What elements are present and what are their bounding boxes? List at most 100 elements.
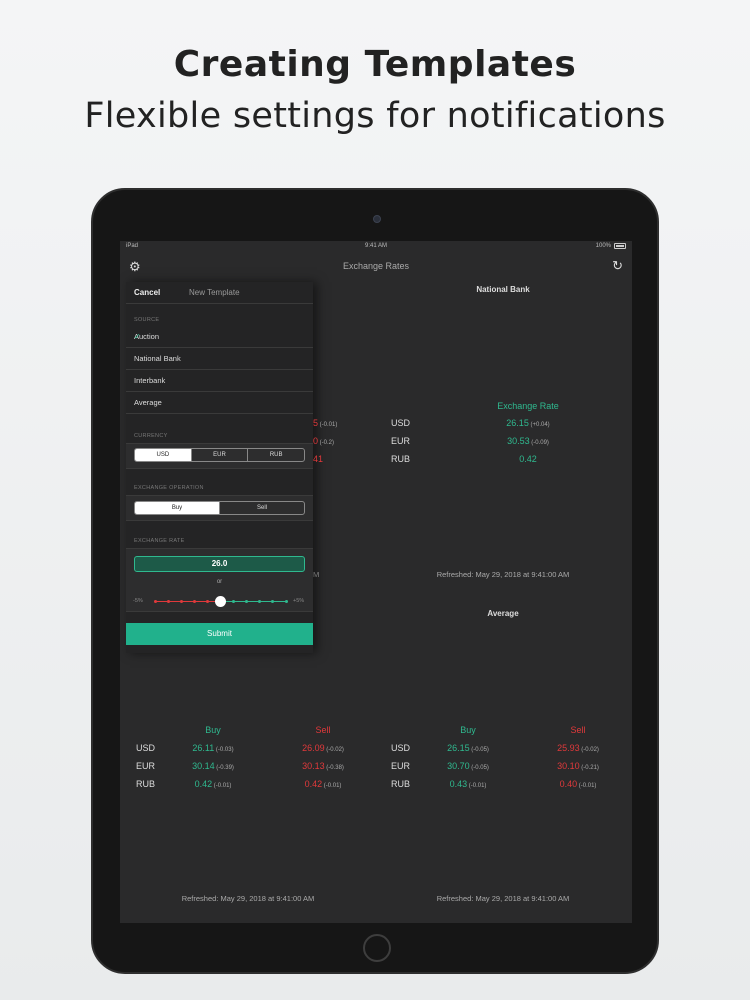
bottom-left-sell-value: 30.13 (-0.38) bbox=[288, 761, 358, 771]
source-option-label: National Bank bbox=[134, 354, 181, 363]
rate-change: (-0.09) bbox=[529, 440, 549, 446]
battery-status: 100% bbox=[596, 243, 626, 249]
slider-track-negative bbox=[155, 601, 221, 602]
rate-change: (-0.01) bbox=[212, 783, 232, 789]
rate-value: 25.93 bbox=[557, 743, 580, 753]
camera bbox=[373, 215, 381, 223]
bottom-left-currency-code: RUB bbox=[136, 779, 156, 789]
exchange-rate-input[interactable]: 26.0 bbox=[134, 556, 305, 572]
source-option-auction[interactable]: Auction ✓ bbox=[126, 326, 313, 348]
slider-tick bbox=[153, 600, 157, 603]
slider-max-label: +5% bbox=[293, 598, 305, 604]
currency-segmented-control: USD EUR RUB bbox=[134, 448, 305, 462]
rate-value: 26.11 bbox=[192, 743, 215, 753]
slider-tick bbox=[192, 600, 196, 603]
status-bar: iPad 9:41 AM 100% bbox=[120, 241, 632, 253]
refreshed-bottom-left: Refreshed: May 29, 2018 at 9:41:00 AM bbox=[181, 894, 315, 903]
operation-segment-sell[interactable]: Sell bbox=[220, 502, 304, 514]
checkmark-icon: ✓ bbox=[134, 332, 141, 341]
app-screen: iPad 9:41 AM 100% ⚙ Exchange Rates ↻ Nat… bbox=[120, 241, 632, 923]
currency-segment-eur[interactable]: EUR bbox=[192, 449, 249, 461]
currency-code: USD bbox=[391, 418, 411, 428]
bottom-right-currency-code: RUB bbox=[391, 779, 411, 789]
operation-segmented-control: Buy Sell bbox=[134, 501, 305, 515]
new-template-panel: Cancel New Template SOURCE CURRENCY USD E… bbox=[126, 282, 313, 653]
slider-tick bbox=[284, 600, 288, 603]
rate-change: (-0.02) bbox=[579, 747, 599, 753]
rate-value: 0.42 bbox=[194, 779, 213, 789]
rate-change: (-0.02) bbox=[324, 747, 344, 753]
rate-change: (-0.03) bbox=[214, 747, 234, 753]
exchange-rate-header: Exchange Rate bbox=[497, 401, 559, 411]
bottom-right-buy-value: 26.15 (-0.05) bbox=[433, 743, 503, 753]
rate-value: 0.42 bbox=[304, 779, 323, 789]
operation-segment-buy[interactable]: Buy bbox=[135, 502, 220, 514]
bottom-right-buy-value: 0.43 (-0.01) bbox=[433, 779, 503, 789]
bottom-left-buy-value: 0.42 (-0.01) bbox=[178, 779, 248, 789]
bottom-right-sell-value: 30.10 (-0.21) bbox=[543, 761, 613, 771]
bottom-right-buy-value: 30.70 (-0.05) bbox=[433, 761, 503, 771]
hero-title: Creating Templates bbox=[173, 44, 577, 85]
bottom-right-currency-code: EUR bbox=[391, 761, 411, 771]
bottom-right-currency-code: USD bbox=[391, 743, 411, 753]
rate-value: 26.15 bbox=[447, 743, 470, 753]
rate-change: (-0.01) bbox=[322, 783, 342, 789]
sell-value-partial: 5 (-0.01) bbox=[313, 418, 353, 428]
rate-value: 0.43 bbox=[449, 779, 468, 789]
sell-value-partial: 41 bbox=[313, 454, 353, 464]
refresh-icon[interactable]: ↻ bbox=[612, 258, 623, 274]
slider-tick bbox=[166, 600, 170, 603]
slider-min-label: -5% bbox=[133, 598, 143, 604]
source-option-label: Average bbox=[134, 398, 162, 407]
sell-value-partial: 0 (-0.2) bbox=[313, 436, 353, 446]
rate-value: 41 bbox=[313, 454, 324, 464]
source-option-average[interactable]: Average bbox=[126, 392, 313, 414]
rate-value: 30.53 bbox=[507, 436, 530, 446]
bottom-left-buy-value: 30.14 (-0.39) bbox=[178, 761, 248, 771]
hero-subtitle: Flexible settings for notifications bbox=[84, 96, 666, 136]
refreshed-bottom-right: Refreshed: May 29, 2018 at 9:41:00 AM bbox=[436, 894, 570, 903]
rate-value: 30.14 bbox=[192, 761, 215, 771]
cancel-button[interactable]: Cancel bbox=[134, 288, 160, 297]
status-time: 9:41 AM bbox=[364, 243, 387, 249]
source-section-label: SOURCE bbox=[134, 317, 160, 323]
operation-section-label: EXCHANGE OPERATION bbox=[134, 485, 204, 491]
panel-header: Cancel New Template bbox=[126, 282, 313, 304]
home-button[interactable] bbox=[363, 934, 391, 962]
rate-change: (-0.21) bbox=[579, 765, 599, 771]
sell-header: Sell bbox=[315, 725, 331, 735]
slider-tick bbox=[205, 600, 209, 603]
currency-segment-rub[interactable]: RUB bbox=[248, 449, 304, 461]
rate-value: 30.10 bbox=[557, 761, 580, 771]
slider-thumb[interactable] bbox=[215, 596, 226, 607]
source-option-interbank[interactable]: Interbank bbox=[126, 370, 313, 392]
bottom-right-sell-value: 25.93 (-0.02) bbox=[543, 743, 613, 753]
currency-segment-usd[interactable]: USD bbox=[135, 449, 192, 461]
sell-header: Sell bbox=[570, 725, 586, 735]
rate-change: (-0.39) bbox=[214, 765, 234, 771]
source-option-national-bank[interactable]: National Bank bbox=[126, 348, 313, 370]
bottom-left-buy-value: 26.11 (-0.03) bbox=[178, 743, 248, 753]
currency-section-label: CURRENCY bbox=[134, 433, 168, 439]
rate-section-label: EXCHANGE RATE bbox=[134, 538, 185, 544]
rate-change: (+0.04) bbox=[528, 422, 550, 428]
rate-change: (-0.01) bbox=[318, 422, 338, 428]
refreshed-top-right: Refreshed: May 29, 2018 at 9:41:00 AM bbox=[436, 570, 570, 579]
panel-title: New Template bbox=[189, 288, 240, 297]
battery-percent: 100% bbox=[595, 243, 611, 249]
rate-change: (-0.05) bbox=[469, 765, 489, 771]
average-title: Average bbox=[487, 609, 519, 618]
currency-code: RUB bbox=[391, 454, 411, 464]
submit-button[interactable]: Submit bbox=[126, 623, 313, 645]
bottom-left-sell-value: 0.42 (-0.01) bbox=[288, 779, 358, 789]
ipad-frame: iPad 9:41 AM 100% ⚙ Exchange Rates ↻ Nat… bbox=[91, 188, 659, 974]
or-label: or bbox=[216, 579, 223, 585]
rate-change: (-0.05) bbox=[469, 747, 489, 753]
rate-change: (-0.38) bbox=[324, 765, 344, 771]
slider-track-positive bbox=[220, 601, 286, 602]
rate-change: (-0.01) bbox=[467, 783, 487, 789]
rate-value: 0.42 bbox=[519, 454, 537, 464]
rate-value: 30.13 bbox=[302, 761, 325, 771]
battery-icon bbox=[614, 243, 626, 249]
exchange-rate-value: 26.15 (+0.04) bbox=[483, 418, 573, 428]
